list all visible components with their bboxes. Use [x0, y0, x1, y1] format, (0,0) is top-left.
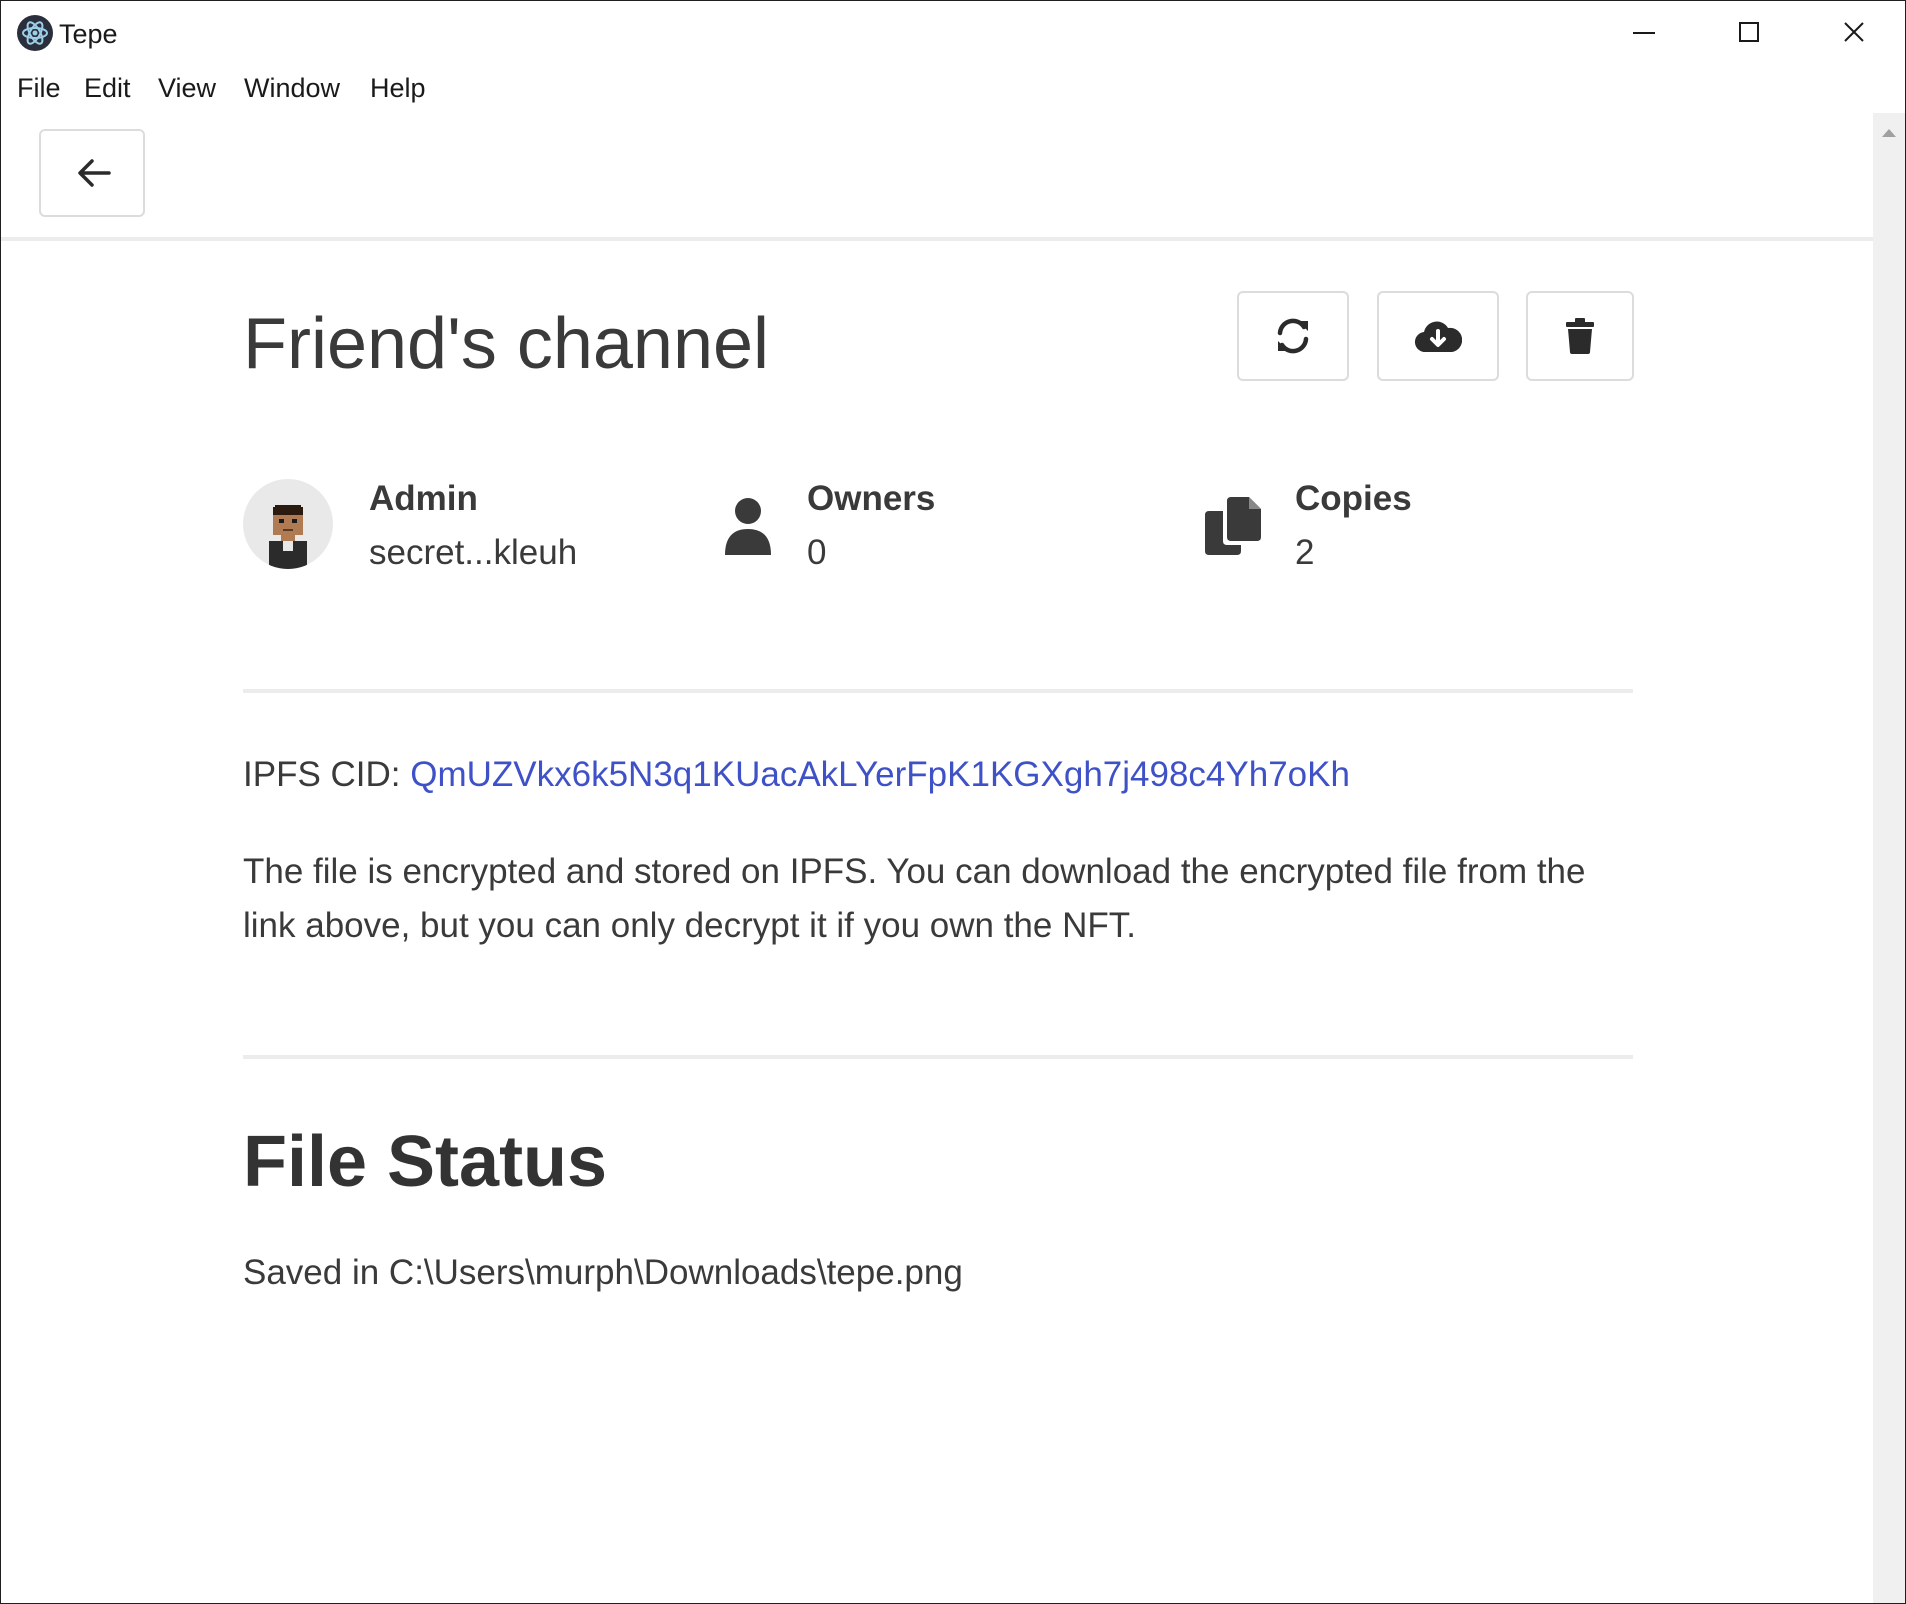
ipfs-cid-label: IPFS CID:: [243, 755, 411, 794]
close-icon: [1844, 22, 1864, 42]
title-bar: Tepe: [1, 1, 1905, 65]
ipfs-cid-link[interactable]: QmUZVkx6k5N3q1KUacAkLYerFpK1KGXgh7j498c4…: [410, 755, 1350, 794]
file-status-heading: File Status: [243, 1122, 608, 1202]
arrow-left-icon: [78, 159, 111, 187]
stat-copies: Copies 2: [1295, 479, 1412, 573]
maximize-button[interactable]: [1698, 1, 1802, 65]
refresh-button[interactable]: [1237, 291, 1349, 381]
owners-label: Owners: [807, 479, 936, 518]
admin-label: Admin: [369, 479, 478, 518]
maximize-icon: [1739, 22, 1759, 42]
minimize-icon: [1633, 32, 1655, 34]
ipfs-cid-line: IPFS CID: QmUZVkx6k5N3q1KUacAkLYerFpK1KG…: [243, 755, 1350, 795]
stat-owners: Owners 0: [807, 479, 935, 573]
minimize-button[interactable]: [1593, 1, 1697, 65]
cloud-download-icon: [1415, 321, 1462, 353]
refresh-icon: [1277, 318, 1309, 354]
trash-icon: [1566, 318, 1594, 354]
divider: [243, 1055, 1633, 1059]
copies-label: Copies: [1295, 479, 1412, 518]
file-status-text: Saved in C:\Users\murph\Downloads\tepe.p…: [243, 1253, 963, 1292]
owners-value: 0: [807, 533, 827, 572]
admin-avatar: [243, 479, 333, 569]
vertical-scrollbar[interactable]: [1873, 113, 1905, 1603]
admin-value: secret...kleuh: [369, 533, 578, 572]
top-toolbar: [1, 113, 1873, 241]
stat-admin: Admin secret...kleuh: [369, 479, 577, 573]
user-icon: [725, 498, 771, 555]
pixel-avatar-icon: [269, 505, 307, 569]
menu-view[interactable]: View: [158, 73, 216, 104]
scroll-up-icon[interactable]: [1882, 127, 1896, 137]
copy-icon: [1205, 497, 1261, 555]
divider: [243, 689, 1633, 693]
app-logo-icon: [17, 15, 53, 51]
copies-value: 2: [1295, 533, 1315, 572]
delete-button[interactable]: [1526, 291, 1634, 381]
app-window: Tepe File Edit View Window Help Friend's…: [0, 0, 1906, 1604]
menu-file[interactable]: File: [17, 73, 61, 104]
menu-help[interactable]: Help: [370, 73, 426, 104]
download-button[interactable]: [1377, 291, 1499, 381]
menu-edit[interactable]: Edit: [84, 73, 131, 104]
close-button[interactable]: [1803, 1, 1905, 65]
page-title: Friend's channel: [243, 304, 770, 384]
menu-bar: File Edit View Window Help: [1, 65, 1905, 113]
encryption-description: The file is encrypted and stored on IPFS…: [243, 852, 1586, 945]
back-button[interactable]: [39, 129, 145, 217]
menu-window[interactable]: Window: [244, 73, 340, 104]
window-title: Tepe: [59, 19, 118, 49]
